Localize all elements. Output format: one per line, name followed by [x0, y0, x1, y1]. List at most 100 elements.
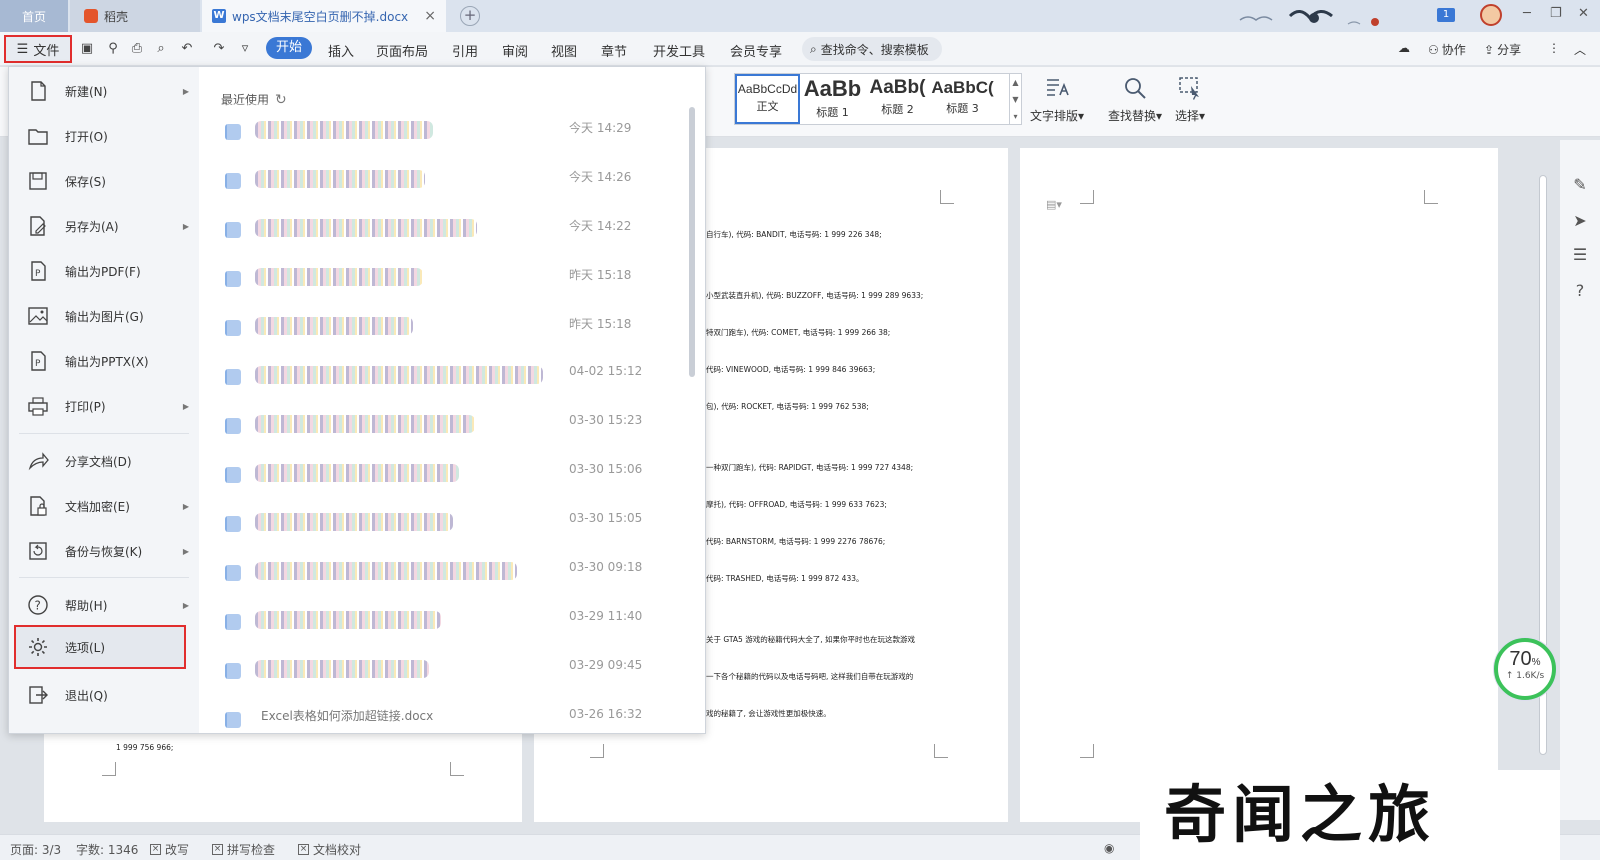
style-heading-2[interactable]: AaBb( 标题 2 [865, 74, 930, 124]
document-page-3[interactable]: ▤▾ [1020, 148, 1498, 822]
select-dropdown-icon: ▾ [1198, 109, 1206, 123]
tab-chapter[interactable]: 章节 [601, 41, 627, 60]
menu-item-open[interactable]: 打开(O) [9, 114, 199, 158]
tab-insert[interactable]: 插入 [328, 41, 354, 60]
style-gallery-scroll[interactable]: ▲ ▼ ▾ [1010, 73, 1022, 125]
close-window-button[interactable]: ✕ [1578, 6, 1589, 21]
submenu-arrow-icon: ▶ [182, 600, 189, 610]
collaborate-button[interactable]: ⚇ 协作 [1428, 41, 1466, 58]
image-icon [28, 307, 48, 325]
menu-item-save[interactable]: 保存(S) [9, 159, 199, 203]
redo-icon[interactable]: ↷ [212, 42, 226, 56]
revise-toggle[interactable]: × 改写 [150, 841, 189, 858]
command-search[interactable]: ⌕ 查找命令、搜索模板 [802, 37, 942, 61]
page-count[interactable]: 页面: 3/3 [10, 841, 61, 858]
recent-file-time: 今天 14:26 [569, 170, 632, 184]
menu-item-share-doc[interactable]: 分享文档(D) [9, 439, 199, 483]
print-icon[interactable]: ⎙ [130, 42, 144, 56]
help-icon[interactable]: ? [1571, 282, 1589, 300]
eye-protection-icon[interactable]: ◉ [1104, 841, 1114, 855]
menu-item-print[interactable]: 打印(P) ▶ [9, 384, 199, 428]
word-count[interactable]: 字数: 1346 [76, 841, 138, 858]
document-page-1[interactable]: 1 999 756 966; [44, 734, 522, 822]
select-button[interactable]: 选择▾ [1160, 75, 1220, 124]
spell-check-toggle[interactable]: × 拼写检查 [212, 841, 275, 858]
doc-line: 代码: TRASHED, 电话号码: 1 999 872 433。 [706, 573, 864, 583]
tab-page-layout[interactable]: 页面布局 [376, 41, 428, 60]
recent-file-time: 04-02 15:12 [569, 364, 643, 378]
close-tab-icon[interactable]: × [424, 8, 436, 24]
text-layout-button[interactable]: 文字排版▾ [1022, 75, 1092, 124]
style-heading-3-sample: AaBbC( [931, 78, 994, 97]
tab-docer[interactable]: 稻壳 [70, 0, 200, 32]
file-dropdown-menu: 新建(N) ▶ 打开(O) 保存(S) 另存为(A) ▶ P 输出为PDF(F)… [8, 66, 706, 734]
tab-references[interactable]: 引用 [452, 41, 478, 60]
tab-developer[interactable]: 开发工具 [653, 41, 705, 60]
lock-icon [30, 496, 47, 516]
menu-item-save-as[interactable]: 另存为(A) ▶ [9, 204, 199, 248]
notification-badge[interactable]: 1 [1437, 8, 1455, 22]
recent-file-time: 今天 14:29 [569, 121, 632, 135]
birds-decoration-icon [1239, 10, 1379, 26]
paragraph-marker-icon[interactable]: ▤▾ [1046, 198, 1062, 211]
doc-line: 一种双门跑车), 代码: RAPIDGT, 电话号码: 1 999 727 43… [706, 463, 914, 473]
save-icon[interactable]: ▣ [80, 42, 94, 56]
recent-file-time: 03-30 15:06 [569, 462, 643, 476]
tab-review[interactable]: 审阅 [502, 41, 528, 60]
style-heading-3[interactable]: AaBbC( 标题 3 [930, 74, 995, 124]
pen-icon[interactable]: ✎ [1571, 176, 1589, 194]
watermark-text: 奇闻之旅 [1140, 770, 1560, 860]
text-layout-icon [1047, 79, 1069, 96]
recent-file-time: 今天 14:22 [569, 219, 632, 233]
menu-item-export-pptx[interactable]: P 输出为PPTX(X) [9, 339, 199, 383]
revise-checkbox-icon: × [150, 844, 161, 855]
minimize-button[interactable]: ─ [1523, 6, 1531, 21]
tab-member[interactable]: 会员专享 [730, 41, 782, 60]
print-preview-icon[interactable]: ⌕ [154, 42, 168, 56]
recent-files-scrollbar[interactable] [689, 107, 695, 377]
menu-item-backup[interactable]: 备份与恢复(K) ▶ [9, 529, 199, 573]
cloud-sync-icon[interactable]: ☁ [1398, 41, 1410, 55]
menu-item-help-label: 帮助(H) [65, 598, 108, 613]
menu-item-exit-label: 退出(Q) [65, 688, 108, 703]
menu-item-new-label: 新建(N) [65, 84, 108, 99]
format-painter-icon[interactable]: ⚲ [106, 42, 120, 56]
share-button[interactable]: ⇪ 分享 [1484, 41, 1521, 58]
more-icon[interactable]: ⋮ [1548, 41, 1560, 55]
pdf-icon: P [31, 261, 46, 281]
menu-item-print-label: 打印(P) [65, 399, 106, 414]
menu-item-help[interactable]: ? 帮助(H) ▶ [9, 583, 199, 627]
text-layout-dropdown-icon: ▾ [1077, 109, 1085, 123]
menu-item-encrypt[interactable]: 文档加密(E) ▶ [9, 484, 199, 528]
tab-start[interactable]: 开始 [266, 37, 313, 59]
settings-sliders-icon[interactable]: ☰ [1571, 246, 1589, 264]
style-gallery: AaBbCcDd 正文 AaBb 标题 1 AaBb( 标题 2 AaBbC( … [734, 73, 1010, 125]
menu-item-save-label: 保存(S) [65, 174, 106, 189]
submenu-arrow-icon: ▶ [182, 401, 189, 411]
tab-view[interactable]: 视图 [551, 41, 577, 60]
tab-document[interactable]: W wps文档末尾空白页删不掉.docx × [202, 0, 446, 32]
network-speed-widget[interactable]: 70% ↑ 1.6K/s [1494, 638, 1556, 700]
pointer-icon[interactable]: ➤ [1571, 212, 1589, 230]
tab-home[interactable]: 首页 [0, 0, 68, 32]
style-normal[interactable]: AaBbCcDd 正文 [735, 74, 800, 124]
menu-item-new[interactable]: 新建(N) ▶ [9, 69, 199, 113]
text-layout-label: 文字排版 [1029, 109, 1078, 123]
style-normal-name: 正文 [756, 100, 779, 113]
undo-icon[interactable]: ↶ [180, 42, 194, 56]
style-heading-2-name: 标题 2 [881, 103, 914, 116]
style-heading-1[interactable]: AaBb 标题 1 [800, 74, 865, 124]
menu-item-options[interactable]: 选项(L) [14, 625, 186, 669]
restore-button[interactable]: ❐ [1550, 6, 1562, 21]
doc-proof-toggle[interactable]: × 文档校对 [298, 841, 361, 858]
new-tab-button[interactable]: + [460, 6, 480, 26]
menu-item-export-image[interactable]: 输出为图片(G) [9, 294, 199, 338]
doc-line: 自行车), 代码: BANDIT, 电话号码: 1 999 226 348; [706, 229, 882, 239]
customize-dropdown-icon[interactable]: ▿ [238, 42, 252, 56]
collapse-ribbon-icon[interactable]: ︿ [1574, 41, 1586, 58]
menu-item-export-pdf[interactable]: P 输出为PDF(F) [9, 249, 199, 293]
style-heading-1-name: 标题 1 [816, 106, 849, 119]
file-menu-button[interactable]: ☰ 文件 [4, 35, 72, 63]
menu-item-exit[interactable]: 退出(Q) [9, 673, 199, 717]
avatar[interactable] [1480, 4, 1502, 26]
